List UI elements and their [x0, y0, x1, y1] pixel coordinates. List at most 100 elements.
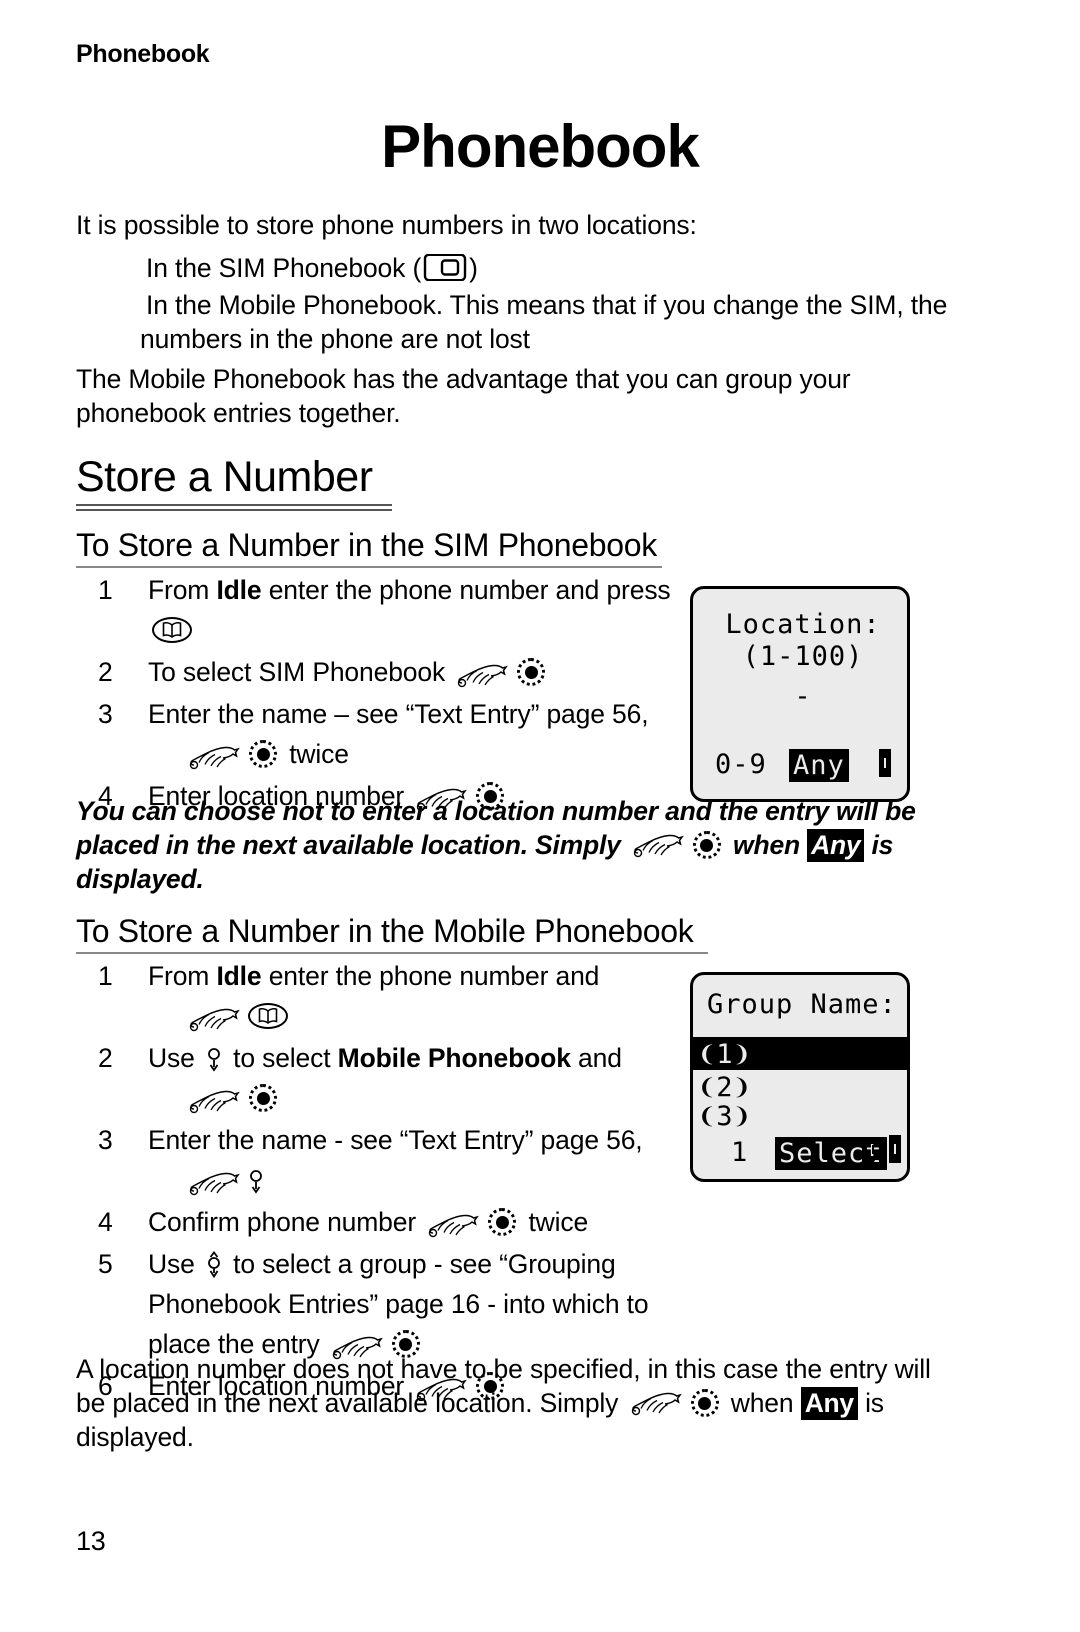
lcd-group-item-3[interactable]: ❨3❩	[699, 1101, 751, 1132]
section-heading-text: Store a Number	[76, 453, 373, 501]
step-text-bold: Mobile Phonebook	[337, 1043, 571, 1073]
lcd-location-cursor: -	[794, 681, 812, 712]
lcd-group-item-1: ❨1❩	[699, 1039, 751, 1070]
section-heading-rule	[76, 504, 392, 511]
mobile-steps-list: 1 From Idle enter the phone number and 2…	[76, 956, 676, 1408]
hand-icon	[188, 1004, 240, 1032]
step-text-part1: Confirm phone number	[148, 1207, 424, 1237]
lcd-screen-group-name: Group Name: ❨1❩ ❨2❩ ❨3❩ 1 Select	[690, 972, 910, 1182]
book-key-icon	[248, 1003, 288, 1029]
step-text-part2: twice	[521, 1207, 589, 1237]
lcd-location-range: (1-100)	[742, 641, 864, 672]
step-item: 2 Use to select Mobile Phonebook and	[76, 1038, 676, 1118]
step-item: 5 Use to select a group - see “Grouping …	[76, 1244, 676, 1364]
intro-bullet-sim: In the SIM Phonebook ()	[76, 251, 990, 285]
subheading-sim-text: To Store a Number in the SIM Phonebook	[76, 527, 657, 563]
step-text-part3: and	[570, 1043, 622, 1073]
hand-icon	[188, 742, 240, 770]
step-item: 3 Enter the name – see “Text Entry” page…	[76, 694, 676, 774]
step-number: 2	[98, 657, 113, 687]
step-number: 3	[98, 699, 113, 729]
step-text-part2: enter the phone number and press	[261, 575, 671, 605]
manual-page: Phonebook Phonebook It is possible to st…	[0, 0, 1080, 1632]
select-key-icon	[249, 1084, 277, 1112]
subheading-mobile-rule	[76, 952, 708, 954]
status-badge-any: Any	[807, 829, 865, 862]
step-number: 4	[98, 1207, 113, 1237]
sim-steps-list: 1 From Idle enter the phone number and p…	[76, 570, 676, 818]
step-text-part1: Use	[148, 1043, 202, 1073]
lcd-location-title: Location:	[725, 609, 881, 640]
intro-bullet-sim-text-before: In the SIM Phonebook (	[146, 253, 422, 283]
lcd-group-selected-row[interactable]: ❨1❩	[693, 1037, 907, 1070]
battery-icon	[879, 749, 891, 777]
hand-icon	[630, 1391, 682, 1417]
intro-bullet-sim-text-after: )	[469, 253, 478, 283]
hand-icon	[456, 660, 509, 688]
intro-bullet-mobile: In the Mobile Phonebook. This means that…	[140, 290, 948, 354]
mobile-note-part2: when	[723, 1388, 801, 1418]
battery-icon	[889, 1135, 901, 1163]
hand-icon	[188, 1086, 240, 1114]
step-text-part2: twice	[282, 739, 349, 769]
select-key-icon	[249, 740, 277, 768]
step-text-bold: Idle	[216, 961, 262, 991]
lcd-location-softkey-left[interactable]: 0-9	[715, 749, 767, 780]
step-number: 2	[98, 1043, 113, 1073]
step-item: 4 Confirm phone number twice	[76, 1202, 676, 1242]
lcd-location-softkey-any[interactable]: Any	[789, 749, 849, 782]
sim-card-icon	[422, 253, 468, 281]
step-number: 3	[98, 1125, 113, 1155]
step-number: 1	[98, 961, 113, 991]
step-text-part1: To select SIM Phonebook	[148, 657, 453, 687]
step-number: 1	[98, 575, 113, 605]
step-item: 3 Enter the name - see “Text Entry” page…	[76, 1120, 676, 1200]
step-item: 1 From Idle enter the phone number and	[76, 956, 676, 1036]
intro-paragraph: The Mobile Phonebook has the advantage t…	[76, 364, 851, 428]
subheading-sim-rule	[76, 566, 662, 568]
up-down-arrows-icon	[865, 1135, 881, 1165]
lcd-group-footer-index: 1	[731, 1137, 749, 1168]
mobile-note: A location number does not have to be sp…	[76, 1352, 936, 1454]
step-text: To select SIM Phonebook	[148, 652, 676, 692]
step-text: Enter the name – see “Text Entry” page 5…	[148, 694, 676, 774]
page-number: 13	[76, 1526, 106, 1556]
step-item: 2 To select SIM Phonebook	[76, 652, 676, 692]
page-title: Phonebook	[381, 113, 700, 180]
lcd-group-title: Group Name:	[707, 989, 897, 1020]
select-key-icon	[690, 1389, 719, 1417]
subheading-sim-phonebook: To Store a Number in the SIM Phonebook	[76, 526, 662, 568]
step-text: Use to select Mobile Phonebook and	[148, 1038, 676, 1118]
step-text-part1: From	[148, 575, 217, 605]
book-key-icon	[152, 617, 192, 643]
step-number: 5	[98, 1249, 113, 1279]
subheading-mobile-phonebook: To Store a Number in the Mobile Phoneboo…	[76, 912, 708, 954]
step-text-part1: Use	[148, 1249, 202, 1279]
step-text: Enter the name - see “Text Entry” page 5…	[148, 1120, 676, 1200]
lcd-group-item-2[interactable]: ❨2❩	[699, 1072, 751, 1103]
intro-lead: It is possible to store phone numbers in…	[76, 210, 697, 240]
running-head: Phonebook	[76, 40, 210, 68]
step-text-part1: From	[148, 961, 217, 991]
step-text: Confirm phone number twice	[148, 1202, 676, 1242]
down-key-icon	[206, 1044, 222, 1072]
select-key-icon	[488, 1208, 517, 1236]
sim-note-part2: when	[725, 830, 808, 860]
section-heading-store-a-number: Store a Number	[76, 452, 392, 511]
select-key-icon	[517, 658, 546, 686]
step-text: From Idle enter the phone number and pre…	[148, 570, 676, 650]
step-text: Use to select a group - see “Grouping Ph…	[148, 1244, 676, 1364]
lcd-screen-location: Location: (1-100) - 0-9 Any	[690, 586, 910, 802]
updown-key-icon	[206, 1250, 222, 1279]
down-key-icon	[248, 1166, 264, 1194]
step-text-part1: Enter the name – see “Text Entry” page 5…	[148, 699, 649, 729]
hand-icon	[188, 1168, 240, 1196]
step-text-bold: Idle	[216, 575, 262, 605]
hand-icon	[632, 833, 684, 859]
status-badge-any: Any	[800, 1387, 858, 1420]
step-item: 1 From Idle enter the phone number and p…	[76, 570, 676, 650]
subheading-mobile-text: To Store a Number in the Mobile Phoneboo…	[76, 913, 694, 949]
step-text: From Idle enter the phone number and	[148, 956, 676, 1036]
step-text-part2: to select	[225, 1043, 338, 1073]
step-text-part1: Enter the name - see “Text Entry” page 5…	[148, 1125, 643, 1155]
